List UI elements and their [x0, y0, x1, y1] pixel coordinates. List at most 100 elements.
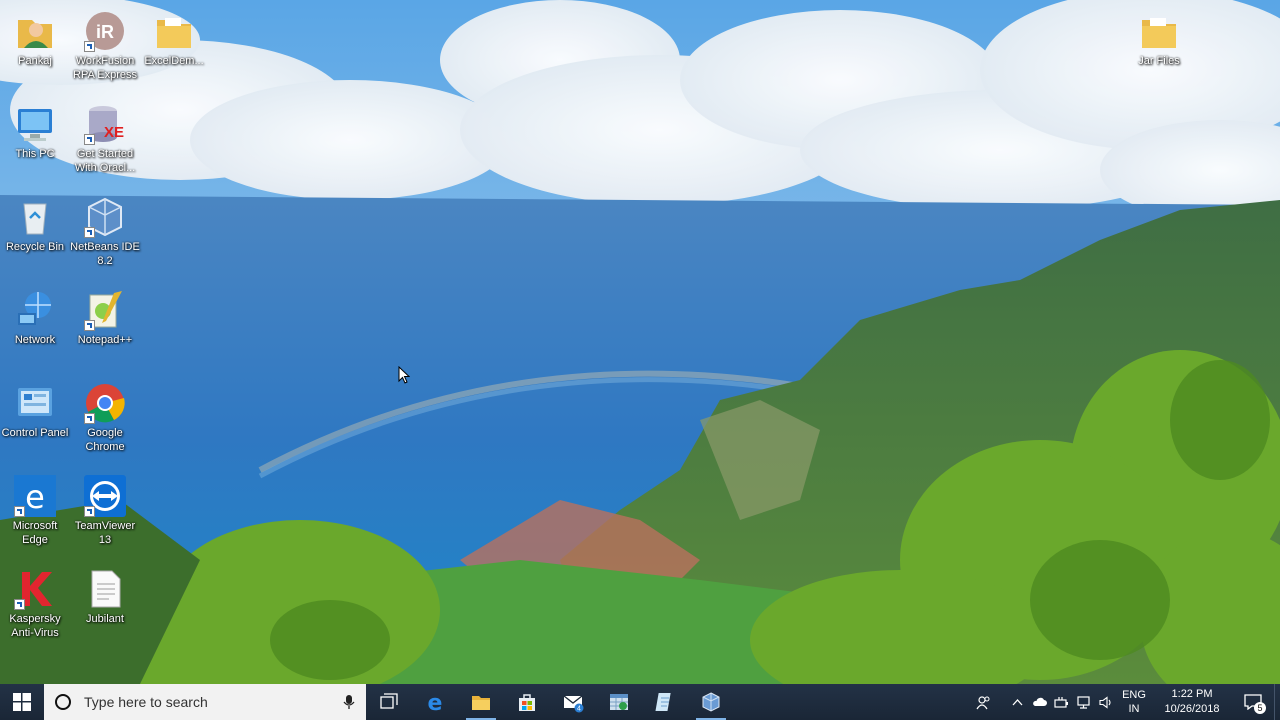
shortcut-arrow-icon: [84, 227, 95, 238]
notification-count-badge: 5: [1254, 702, 1266, 714]
desktop-icon-label: Jubilant: [86, 613, 124, 625]
desktop-icon-control-panel[interactable]: Control Panel: [0, 376, 70, 440]
oracle-database-icon: XE: [84, 103, 126, 145]
taskbar: e 4: [0, 684, 1280, 720]
language-code: ENG: [1122, 689, 1146, 701]
taskbar-store-button[interactable]: [504, 684, 550, 720]
edge-icon: e: [428, 691, 443, 713]
desktop-icon-workfusion[interactable]: iR WorkFusion RPA Express: [70, 4, 140, 82]
desktop-icon-recycle-bin[interactable]: Recycle Bin: [0, 190, 70, 254]
shortcut-arrow-icon: [84, 320, 95, 331]
taskbar-notepad-button[interactable]: [642, 684, 688, 720]
task-view-icon: [380, 693, 398, 709]
desktop-wallpaper: [0, 0, 1280, 684]
shortcut-arrow-icon: [84, 506, 95, 517]
taskbar-edge-button[interactable]: e: [412, 684, 458, 720]
shortcut-arrow-icon: [84, 41, 95, 52]
folder-icon: [1138, 10, 1180, 52]
store-icon: [519, 694, 535, 711]
windows-logo-icon: [13, 693, 31, 711]
people-icon: [975, 695, 989, 709]
chevron-up-icon: [1012, 698, 1022, 705]
file-explorer-icon: [472, 696, 490, 710]
desktop-icon-exceldem[interactable]: ExcelDem...: [139, 4, 209, 68]
desktop-icon-edge[interactable]: e Microsoft Edge: [0, 469, 70, 547]
taskbar-file-explorer-button[interactable]: [458, 684, 504, 720]
desktop-icon-label: WorkFusion RPA Express: [73, 55, 137, 81]
network-icon: [14, 289, 56, 331]
svg-text:e: e: [428, 691, 443, 713]
svg-text:e: e: [25, 478, 45, 516]
chrome-icon: [84, 382, 126, 424]
search-input[interactable]: [82, 693, 342, 711]
mouse-cursor-icon: [398, 366, 410, 384]
desktop-icon-notepad-plus-plus[interactable]: Notepad++: [70, 283, 140, 347]
desktop-icon-jar-files[interactable]: Jar Files: [1124, 4, 1194, 68]
spreadsheet-app-icon: [610, 694, 628, 710]
shortcut-arrow-icon: [14, 506, 25, 517]
system-tray: ENG IN 1:22 PM 10/26/2018 5: [972, 684, 1280, 720]
desktop-icon-label: Microsoft Edge: [12, 520, 58, 546]
desktop-icon-label: Google Chrome: [85, 427, 125, 453]
clock-date: 10/26/2018: [1164, 703, 1220, 715]
desktop-icon-label: Jar Files: [1138, 55, 1180, 67]
recycle-bin-icon: [14, 196, 56, 238]
microphone-icon[interactable]: [342, 694, 356, 710]
desktop-icon-this-pc[interactable]: This PC: [0, 97, 70, 161]
desktop-icon-label: This PC: [15, 148, 55, 160]
desktop-icon-netbeans[interactable]: NetBeans IDE 8.2: [70, 190, 140, 268]
folder-icon: [153, 10, 195, 52]
svg-text:XE: XE: [104, 124, 124, 141]
task-view-button[interactable]: [366, 684, 412, 720]
speaker-icon: [1098, 695, 1111, 709]
tray-power-button[interactable]: [1050, 684, 1072, 720]
desktop-icon-label: Network: [14, 334, 56, 346]
desktop-icon-network[interactable]: Network: [0, 283, 70, 347]
svg-text:iR: iR: [96, 22, 114, 42]
desktop-icon-label: ExcelDem...: [144, 55, 204, 67]
desktop-icon-label: NetBeans IDE 8.2: [70, 241, 140, 267]
shortcut-arrow-icon: [84, 134, 95, 145]
taskbar-netbeans-button[interactable]: [688, 684, 734, 720]
shortcut-arrow-icon: [14, 599, 25, 610]
desktop-icon-label: Recycle Bin: [5, 241, 65, 253]
cortana-circle-icon: [55, 694, 71, 710]
desktop-icon-label: Pankaj: [18, 55, 52, 67]
desktop-icon-kaspersky[interactable]: Kaspersky Anti-Virus: [0, 562, 70, 640]
tray-volume-button[interactable]: [1094, 684, 1116, 720]
workfusion-icon: iR: [84, 10, 126, 52]
kaspersky-icon: [14, 568, 56, 610]
cloud-icon: [1032, 697, 1047, 706]
text-document-icon: [84, 568, 126, 610]
language-region: IN: [1128, 703, 1140, 715]
computer-icon: [14, 103, 56, 145]
taskbar-mail-button[interactable]: 4: [550, 684, 596, 720]
tray-people-button[interactable]: [972, 684, 994, 720]
clock[interactable]: 1:22 PM 10/26/2018: [1152, 687, 1232, 717]
show-desktop-button[interactable]: [1274, 684, 1280, 720]
tray-network-button[interactable]: [1072, 684, 1094, 720]
netbeans-icon: [702, 692, 720, 712]
svg-text:4: 4: [577, 706, 581, 713]
teamviewer-icon: [84, 475, 126, 517]
desktop-icon-jubilant[interactable]: Jubilant: [70, 562, 140, 626]
action-center-button[interactable]: 5: [1232, 684, 1274, 720]
desktop-icon-pankaj[interactable]: Pankaj: [0, 4, 70, 68]
shortcut-arrow-icon: [84, 413, 95, 424]
network-monitor-icon: [1076, 695, 1090, 709]
language-indicator[interactable]: ENG IN: [1116, 688, 1152, 716]
desktop-icon-label: Get Started With Oracl...: [74, 148, 136, 174]
desktop-icon-label: Kaspersky Anti-Virus: [9, 613, 61, 639]
desktop-icon-label: Control Panel: [1, 427, 69, 439]
tray-show-hidden-button[interactable]: [1006, 684, 1028, 720]
taskbar-spreadsheet-button[interactable]: [596, 684, 642, 720]
start-button[interactable]: [0, 684, 44, 720]
taskbar-search-box[interactable]: [44, 684, 366, 720]
desktop-icon-oracle[interactable]: XE Get Started With Oracl...: [70, 97, 140, 175]
desktop-icon-chrome[interactable]: Google Chrome: [70, 376, 140, 454]
desktop-icon-teamviewer[interactable]: TeamViewer 13: [70, 469, 140, 547]
notepad-plus-plus-icon: [84, 289, 126, 331]
tray-onedrive-button[interactable]: [1028, 684, 1050, 720]
control-panel-icon: [14, 382, 56, 424]
edge-icon: e: [14, 475, 56, 517]
